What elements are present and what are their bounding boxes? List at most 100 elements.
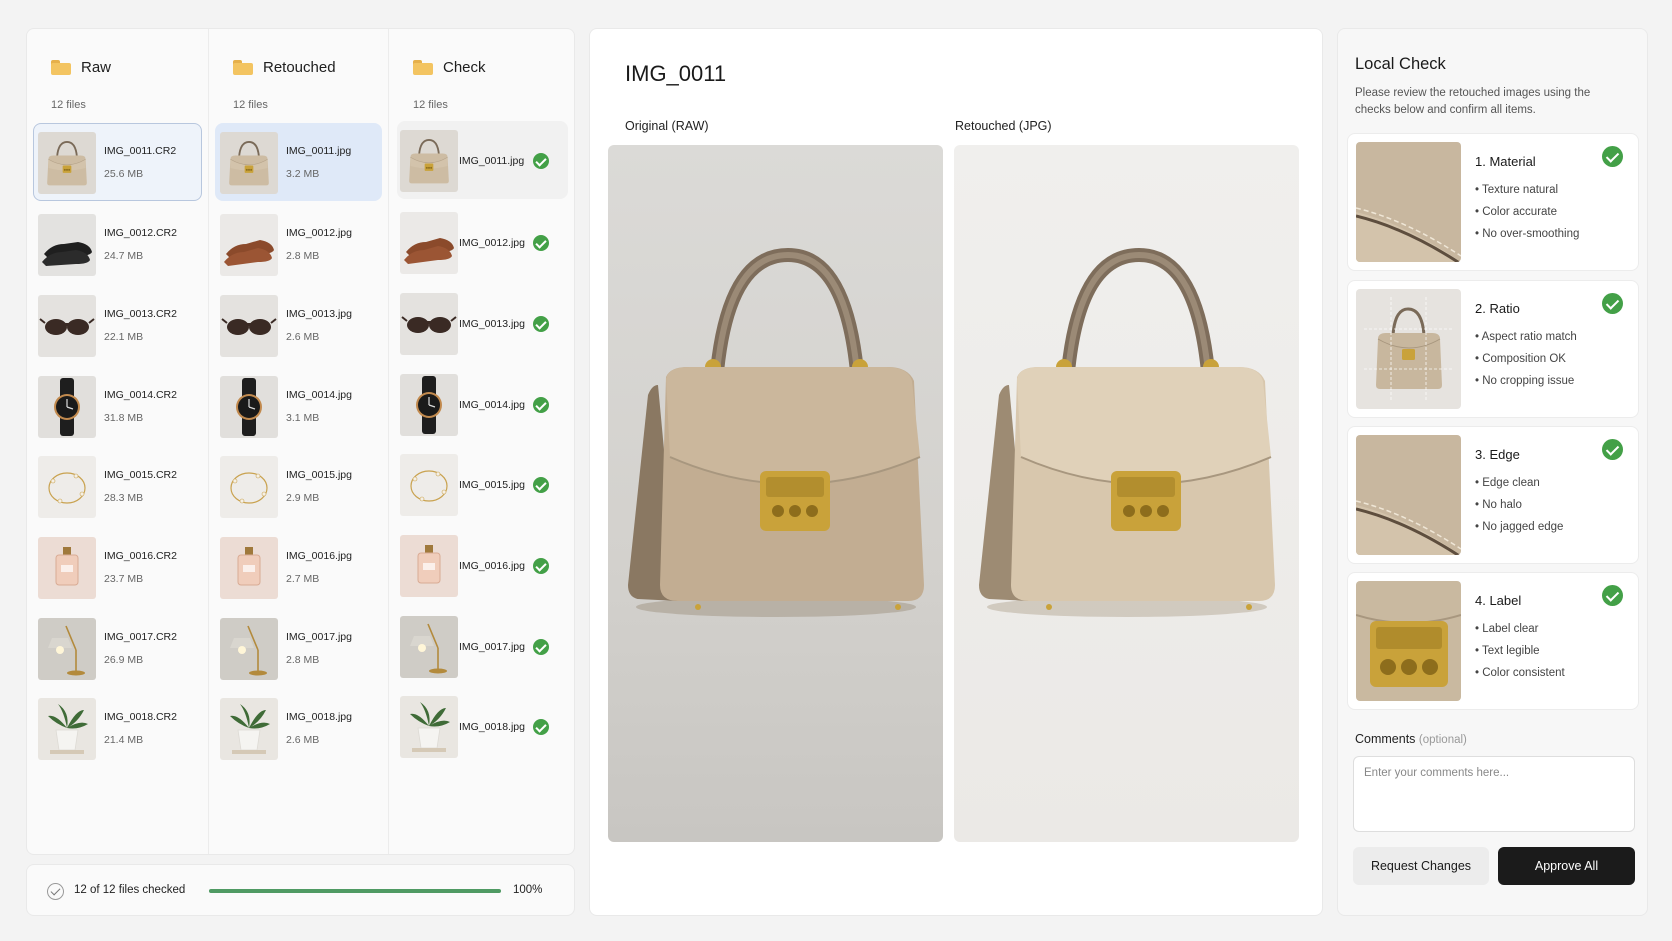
- file-size: 28.3 MB: [104, 492, 144, 504]
- plant-icon: [400, 696, 458, 758]
- file-size: 2.7 MB: [286, 573, 320, 585]
- comments-optional: (optional): [1418, 734, 1467, 746]
- file-row[interactable]: IMG_0012.jpg: [397, 203, 568, 281]
- file-row[interactable]: IMG_0014.jpg 3.1 MB: [215, 367, 382, 445]
- file-row[interactable]: IMG_0015.jpg: [397, 445, 568, 523]
- file-size: 2.8 MB: [286, 250, 320, 262]
- file-row[interactable]: IMG_0012.CR2 24.7 MB: [33, 205, 202, 283]
- file-row[interactable]: IMG_0011.jpg: [397, 121, 568, 199]
- lamp-icon: [38, 618, 96, 680]
- file-row[interactable]: IMG_0017.jpg: [397, 607, 568, 685]
- check-card[interactable]: 3. Edge Edge cleanNo haloNo jagged edge: [1347, 426, 1639, 564]
- shoes-icon: [220, 214, 278, 276]
- check-point: Composition OK: [1475, 353, 1577, 375]
- file-row[interactable]: IMG_0018.jpg: [397, 687, 568, 765]
- check-point: No over-smoothing: [1475, 228, 1579, 250]
- lamp-icon: [220, 618, 278, 680]
- file-size: 2.8 MB: [286, 654, 320, 666]
- local-check-panel: Local Check Please review the retouched …: [1337, 28, 1648, 916]
- check-icon[interactable]: [1602, 585, 1623, 606]
- clasp-icon: [1356, 581, 1461, 701]
- file-size: 2.6 MB: [286, 734, 320, 746]
- sunglasses-icon: [400, 293, 458, 355]
- file-name: IMG_0013.jpg: [459, 318, 525, 330]
- file-size: 26.9 MB: [104, 654, 144, 666]
- file-row[interactable]: IMG_0014.CR2 31.8 MB: [33, 367, 202, 445]
- file-row[interactable]: IMG_0011.CR2 25.6 MB: [33, 123, 202, 201]
- file-row[interactable]: IMG_0016.jpg 2.7 MB: [215, 528, 382, 606]
- shoes-icon: [38, 214, 96, 276]
- original-image[interactable]: [608, 145, 943, 842]
- file-row[interactable]: IMG_0013.jpg 2.6 MB: [215, 286, 382, 364]
- check-icon[interactable]: [1602, 439, 1623, 460]
- column-raw: Raw 12 files IMG_0011.CR2 25.6 MB IMG_001…: [27, 29, 209, 854]
- folder-icon: [51, 59, 71, 75]
- file-name: IMG_0012.jpg: [286, 227, 352, 239]
- check-icon[interactable]: [1602, 293, 1623, 314]
- progress-text: 12 of 12 files checked: [74, 884, 186, 896]
- folder-icon: [413, 59, 433, 75]
- check-card[interactable]: 4. Label Label clearText legibleColor co…: [1347, 572, 1639, 710]
- file-row[interactable]: IMG_0018.jpg 2.6 MB: [215, 689, 382, 767]
- leather-texture-icon: [1356, 435, 1461, 555]
- file-row[interactable]: IMG_0016.jpg: [397, 526, 568, 604]
- file-row[interactable]: IMG_0016.CR2 23.7 MB: [33, 528, 202, 606]
- file-name: IMG_0012.CR2: [104, 227, 177, 239]
- check-icon: [533, 719, 549, 735]
- retouched-label: Retouched (JPG): [955, 119, 1052, 133]
- file-size: 2.9 MB: [286, 492, 320, 504]
- check-card[interactable]: 1. Material Texture naturalColor accurat…: [1347, 133, 1639, 271]
- file-row[interactable]: IMG_0014.jpg: [397, 365, 568, 443]
- bracelet-icon: [220, 456, 278, 518]
- plant-icon: [220, 698, 278, 760]
- file-name: IMG_0011.CR2: [104, 145, 177, 157]
- check-title: 4. Label: [1475, 593, 1522, 608]
- file-count: 12 files: [233, 99, 268, 111]
- file-row[interactable]: IMG_0015.jpg 2.9 MB: [215, 447, 382, 525]
- check-point: No cropping issue: [1475, 375, 1577, 397]
- leather-texture-icon: [1356, 142, 1461, 262]
- approve-all-button[interactable]: Approve All: [1498, 847, 1635, 885]
- file-row[interactable]: IMG_0017.jpg 2.8 MB: [215, 609, 382, 687]
- file-row[interactable]: IMG_0015.CR2 28.3 MB: [33, 447, 202, 525]
- column-header-retouched[interactable]: Retouched: [233, 55, 336, 79]
- file-name: IMG_0012.jpg: [459, 237, 525, 249]
- column-title: Raw: [81, 58, 112, 76]
- check-point: Edge clean: [1475, 477, 1563, 499]
- file-name: IMG_0017.jpg: [286, 631, 352, 643]
- file-row[interactable]: IMG_0017.CR2 26.9 MB: [33, 609, 202, 687]
- file-size: 25.6 MB: [104, 168, 144, 180]
- check-card[interactable]: 2. Ratio Aspect ratio matchComposition O…: [1347, 280, 1639, 418]
- file-row[interactable]: IMG_0011.jpg 3.2 MB: [215, 123, 382, 201]
- request-changes-button[interactable]: Request Changes: [1353, 847, 1489, 885]
- column-header-raw[interactable]: Raw: [51, 55, 111, 79]
- check-points: Aspect ratio matchComposition OKNo cropp…: [1475, 331, 1577, 397]
- check-icon[interactable]: [1602, 146, 1623, 167]
- file-name: IMG_0014.CR2: [104, 389, 177, 401]
- check-progress: 12 of 12 files checked 100%: [26, 864, 575, 916]
- file-name: IMG_0011.jpg: [286, 145, 352, 157]
- file-name: IMG_0016.CR2: [104, 550, 177, 562]
- file-name: IMG_0016.jpg: [459, 560, 525, 572]
- file-size: 2.6 MB: [286, 331, 320, 343]
- plant-icon: [38, 698, 96, 760]
- retouched-image[interactable]: [954, 145, 1299, 842]
- check-point: No jagged edge: [1475, 521, 1563, 543]
- column-header-check[interactable]: Check: [413, 55, 486, 79]
- sunglasses-icon: [38, 295, 96, 357]
- file-name: IMG_0017.jpg: [459, 641, 525, 653]
- file-name: IMG_0015.jpg: [459, 479, 525, 491]
- bracelet-icon: [38, 456, 96, 518]
- original-label: Original (RAW): [625, 119, 709, 133]
- bracelet-icon: [400, 454, 458, 516]
- file-row[interactable]: IMG_0013.CR2 22.1 MB: [33, 286, 202, 364]
- file-row[interactable]: IMG_0018.CR2 21.4 MB: [33, 689, 202, 767]
- check-point: Text legible: [1475, 645, 1565, 667]
- check-icon: [533, 397, 549, 413]
- file-row[interactable]: IMG_0012.jpg 2.8 MB: [215, 205, 382, 283]
- comments-input[interactable]: [1353, 756, 1635, 832]
- check-points: Edge cleanNo haloNo jagged edge: [1475, 477, 1563, 543]
- file-row[interactable]: IMG_0013.jpg: [397, 284, 568, 362]
- file-size: 3.2 MB: [286, 168, 320, 180]
- handbag-icon: [38, 132, 96, 194]
